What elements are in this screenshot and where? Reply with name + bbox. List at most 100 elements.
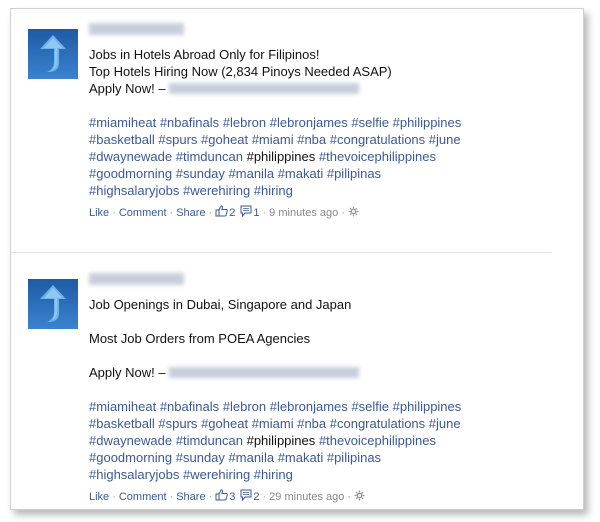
hashtag-link[interactable]: #lebron [223,115,266,130]
avatar[interactable] [28,279,78,329]
hashtag-line: #dwaynewade #timduncan #philippines #the… [89,148,569,165]
post-message-line: Job Openings in Dubai, Singapore and Jap… [89,297,352,312]
hashtag-link[interactable]: #nbafinals [160,115,219,130]
comment-link[interactable]: Comment [119,207,167,219]
hashtag-link[interactable]: #goheat [201,132,248,147]
hashtag-link[interactable]: #selfie [351,399,389,414]
hashtag-link[interactable]: #june [429,416,461,431]
hashtag-link[interactable]: #miami [252,132,294,147]
hashtag-link[interactable]: #goodmorning [89,166,172,181]
hashtag-link[interactable]: #goodmorning [89,450,172,465]
apply-line: Apply Now! – [89,364,569,381]
hashtag-link[interactable]: #selfie [351,115,389,130]
hashtag-link[interactable]: #nba [297,416,326,431]
hashtag-link[interactable]: #philippines [393,399,462,414]
hashtag-block: #miamiheat #nbafinals #lebron #lebronjam… [89,114,569,199]
hashtag-link: #philippines [246,433,316,448]
comment-count[interactable]: 2 [253,491,259,503]
hashtag-line: #miamiheat #nbafinals #lebron #lebronjam… [89,398,569,415]
hashtag-link[interactable]: #dwaynewade [89,149,172,164]
post-actions: Like · Comment · Share · 2 1 · 9 minutes… [89,205,569,220]
comment-icon[interactable] [240,489,252,504]
hashtag-link[interactable]: #werehiring [183,183,250,198]
hashtag-link[interactable]: #goheat [201,416,248,431]
hashtag-link[interactable]: #basketball [89,132,155,147]
up-arrow-icon [40,35,66,72]
gear-icon[interactable] [354,490,365,504]
up-arrow-icon [40,285,66,322]
hashtag-link[interactable]: #werehiring [183,467,250,482]
hashtag-line: #goodmorning #sunday #manila #makati #pi… [89,165,569,182]
hashtag-link[interactable]: #dwaynewade [89,433,172,448]
hashtag-link[interactable]: #june [429,132,461,147]
redacted-link[interactable] [169,367,360,378]
hashtag-link[interactable]: #pilipinas [327,166,381,181]
hashtag-link[interactable]: #miamiheat [89,399,156,414]
hashtag-link[interactable]: #spurs [158,132,197,147]
hashtag-link[interactable]: #miamiheat [89,115,156,130]
hashtag-link[interactable]: #makati [278,166,324,181]
hashtag-link[interactable]: #congratulations [330,132,425,147]
hashtag-link[interactable]: #spurs [158,416,197,431]
like-count[interactable]: 3 [229,491,235,503]
post-message-line: Jobs in Hotels Abroad Only for Filipinos… [89,47,320,62]
post-message-line: Most Job Orders from POEA Agencies [89,331,311,346]
post-message-line [89,313,569,330]
hashtag-link[interactable]: #lebronjames [270,399,348,414]
hashtag-line: #basketball #spurs #goheat #miami #nba #… [89,131,569,148]
gear-icon[interactable] [348,206,359,220]
comment-icon[interactable] [240,205,252,220]
post-divider [11,252,551,253]
avatar[interactable] [28,29,78,79]
hashtag-link[interactable]: #sunday [176,450,225,465]
apply-line: Apply Now! – [89,80,569,97]
like-count[interactable]: 2 [229,207,235,219]
thumbs-up-icon[interactable] [215,489,229,504]
share-link[interactable]: Share [176,491,205,503]
redacted-link[interactable] [169,83,360,94]
post-actions: Like · Comment · Share · 3 2 · 29 minute… [89,489,569,504]
hashtag-link[interactable]: #lebronjames [270,115,348,130]
hashtag-line: #basketball #spurs #goheat #miami #nba #… [89,415,569,432]
feed-card: Jobs in Hotels Abroad Only for Filipinos… [10,8,584,510]
apply-label: Apply Now! – [89,81,166,96]
hashtag-link[interactable]: #miami [252,416,294,431]
hashtag-link[interactable]: #lebron [223,399,266,414]
hashtag-line: #highsalaryjobs #werehiring #hiring [89,466,569,483]
thumbs-up-icon[interactable] [215,205,229,220]
author-name-redacted[interactable] [89,273,184,285]
hashtag-link[interactable]: #highsalaryjobs [89,183,179,198]
share-link[interactable]: Share [176,207,205,219]
hashtag-link[interactable]: #nba [297,132,326,147]
hashtag-link[interactable]: #thevoicephilippines [319,149,436,164]
post-message-line: Top Hotels Hiring Now (2,834 Pinoys Need… [89,64,392,79]
post-message-line [89,347,569,364]
hashtag-link[interactable]: #philippines [393,115,462,130]
hashtag-link[interactable]: #hiring [254,183,293,198]
hashtag-link: #philippines [246,149,316,164]
hashtag-link[interactable]: #sunday [176,166,225,181]
hashtag-link[interactable]: #hiring [254,467,293,482]
hashtag-link[interactable]: #timduncan [176,149,243,164]
hashtag-line: #goodmorning #sunday #manila #makati #pi… [89,449,569,466]
hashtag-link[interactable]: #congratulations [330,416,425,431]
hashtag-link[interactable]: #thevoicephilippines [319,433,436,448]
like-link[interactable]: Like [89,207,109,219]
hashtag-line: #highsalaryjobs #werehiring #hiring [89,182,569,199]
comment-link[interactable]: Comment [119,491,167,503]
hashtag-line: #dwaynewade #timduncan #philippines #the… [89,432,569,449]
hashtag-link[interactable]: #makati [278,450,324,465]
author-name-redacted[interactable] [89,23,184,35]
like-link[interactable]: Like [89,491,109,503]
hashtag-link[interactable]: #nbafinals [160,399,219,414]
timestamp[interactable]: 29 minutes ago [269,491,344,503]
hashtag-link[interactable]: #timduncan [176,433,243,448]
hashtag-line: #miamiheat #nbafinals #lebron #lebronjam… [89,114,569,131]
timestamp[interactable]: 9 minutes ago [269,207,338,219]
hashtag-link[interactable]: #manila [229,450,275,465]
comment-count[interactable]: 1 [253,207,259,219]
hashtag-link[interactable]: #basketball [89,416,155,431]
hashtag-link[interactable]: #pilipinas [327,450,381,465]
hashtag-link[interactable]: #manila [229,166,275,181]
hashtag-link[interactable]: #highsalaryjobs [89,467,179,482]
